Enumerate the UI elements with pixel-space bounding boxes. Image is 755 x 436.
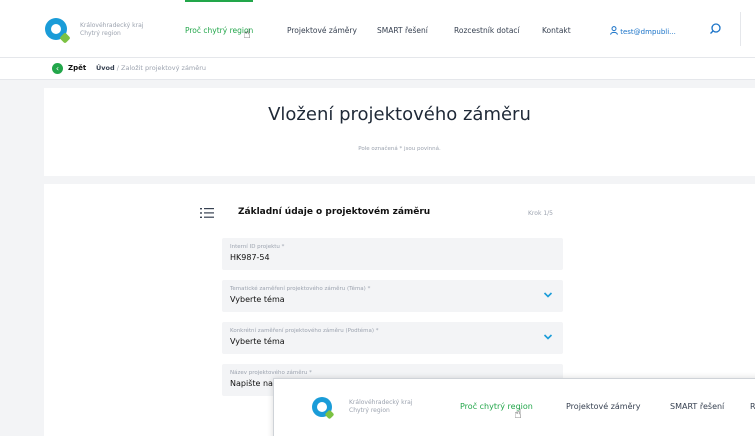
- logo-text[interactable]: Královéhradecký kraj Chytrý region: [349, 399, 412, 415]
- field-label: Interní ID projektu *: [230, 244, 285, 250]
- zoomed-header-overlay: Královéhradecký kraj Chytrý region Proč …: [273, 378, 755, 436]
- user-icon: [610, 26, 618, 35]
- field-value: Vyberte téma: [230, 295, 285, 304]
- topic-select[interactable]: Tematické zaměření projektového záměru (…: [222, 280, 563, 312]
- breadcrumb: Úvod / Založit projektový záměru: [96, 64, 206, 72]
- nav-item-rozcestnik-dotaci[interactable]: R: [750, 402, 755, 411]
- title-panel: Vložení projektového záměru Pole označen…: [44, 88, 755, 176]
- field-label: Tematické zaměření projektového záměru (…: [230, 286, 371, 292]
- search-icon: [710, 23, 721, 34]
- list-icon: [200, 208, 214, 218]
- field-value: Napište na: [230, 379, 273, 388]
- chevron-down-icon: [543, 292, 553, 298]
- back-button[interactable]: Zpět: [68, 64, 86, 72]
- chevron-down-icon: [543, 334, 553, 340]
- breadcrumb-home[interactable]: Úvod: [96, 64, 115, 72]
- page-title: Vložení projektového záměru: [268, 104, 531, 125]
- logo-text-line1: Královéhradecký kraj: [349, 399, 413, 406]
- subtopic-select[interactable]: Konkrétní zaměření projektového záměru (…: [222, 322, 563, 354]
- logo-accent-icon: [324, 409, 335, 420]
- required-fields-note: Pole označená * jsou povinná.: [358, 146, 441, 152]
- logo-text-line2: Chytrý region: [80, 30, 121, 37]
- logo-text[interactable]: Královéhradecký kraj Chytrý region: [80, 22, 150, 38]
- logo-text-line2: Chytrý region: [349, 407, 390, 414]
- section-step: Krok 1/5: [528, 210, 553, 217]
- nav-item-projektove-zamery[interactable]: Projektové záměry: [566, 402, 641, 411]
- breadcrumb-separator: /: [116, 64, 119, 72]
- site-header: Královéhradecký kraj Chytrý region Proč …: [0, 0, 755, 58]
- field-value: HK987-54: [230, 253, 270, 262]
- nav-item-rozcestnik-dotaci[interactable]: Rozcestník dotací: [454, 26, 520, 35]
- nav-item-smart-reseni[interactable]: SMART řešení: [377, 26, 428, 35]
- nav-item-smart-reseni[interactable]: SMART řešení: [670, 402, 724, 411]
- logo-text-line1: Královéhradecký kraj: [80, 22, 144, 29]
- cursor-hand-icon: ☝: [243, 27, 251, 42]
- breadcrumb-bar: ‹ Zpět Úvod / Založit projektový záměru: [0, 58, 755, 80]
- field-label: Konkrétní zaměření projektového záměru (…: [230, 328, 379, 334]
- header-divider: [740, 12, 741, 46]
- nav-item-kontakt[interactable]: Kontakt: [542, 26, 571, 35]
- user-account-link[interactable]: test@dmpubli...: [610, 26, 676, 36]
- back-arrow-icon[interactable]: ‹: [52, 63, 63, 74]
- field-value: Vyberte téma: [230, 337, 285, 346]
- search-button[interactable]: [704, 18, 730, 42]
- project-id-field[interactable]: Interní ID projektu * HK987-54: [222, 238, 563, 270]
- section-title: Základní údaje o projektovém záměru: [238, 207, 431, 217]
- nav-item-projektove-zamery[interactable]: Projektové záměry: [287, 26, 357, 35]
- user-email: test@dmpubli...: [620, 28, 676, 36]
- field-label: Název projektového záměru *: [230, 370, 312, 376]
- breadcrumb-current: Založit projektový záměru: [121, 64, 207, 72]
- cursor-hand-icon: ☝: [514, 407, 522, 422]
